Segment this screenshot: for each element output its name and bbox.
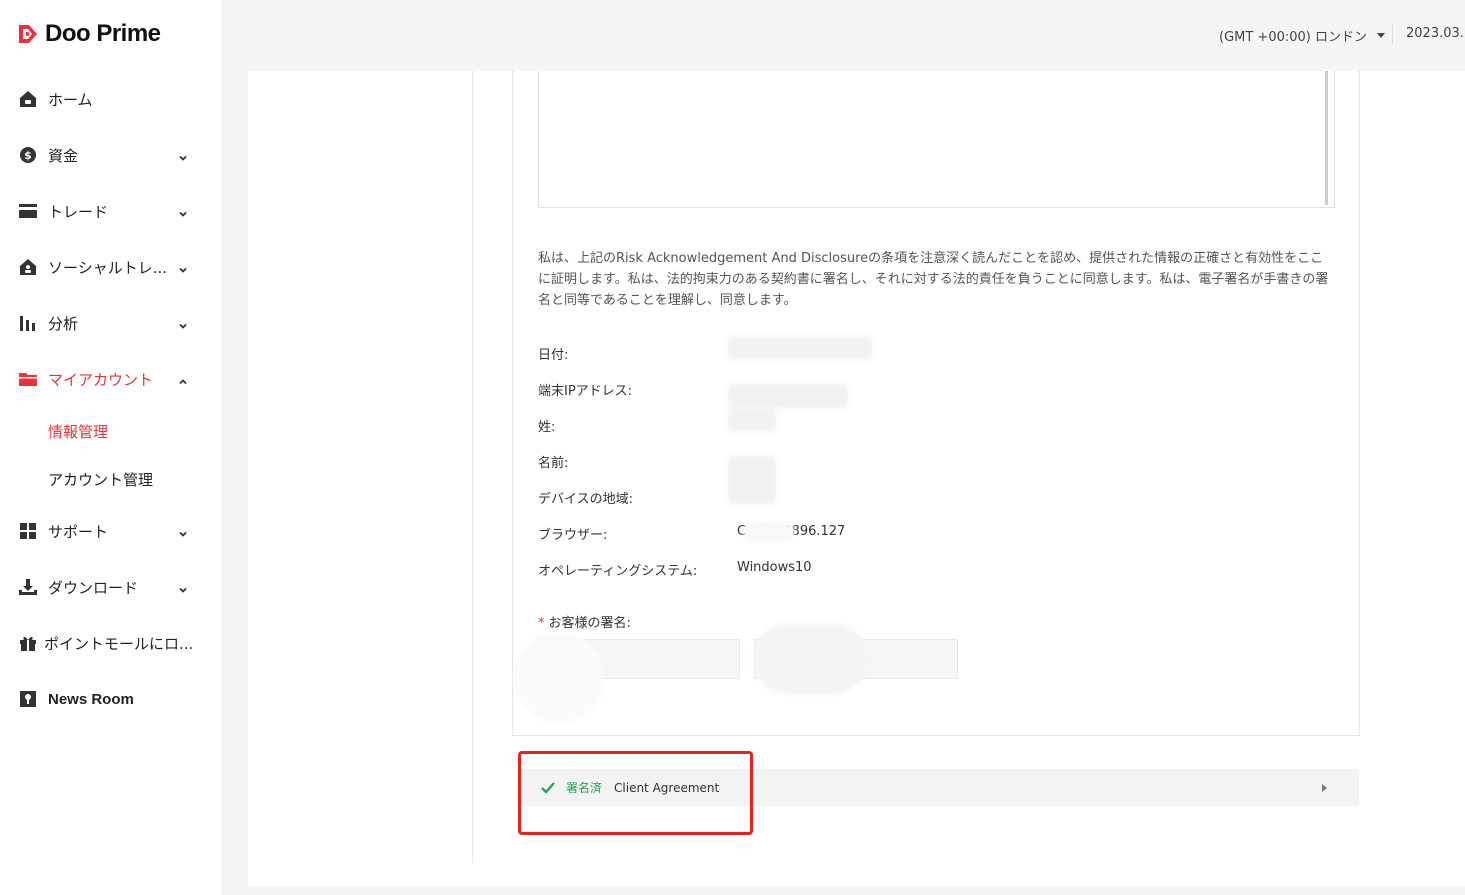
sub-item-account-management[interactable]: アカウント管理 [0,455,223,503]
field-label-name: 名前: [538,456,569,471]
required-mark: * [538,616,545,631]
nav-label: 分析 [48,314,79,333]
download-icon [18,577,38,597]
news-icon [18,689,38,709]
folder-icon [18,369,38,389]
nav-item-funds[interactable]: $ 資金 [0,127,223,183]
redacted-name-region [728,456,776,504]
os-value: Windows10 [737,560,812,575]
nav-item-download[interactable]: ダウンロード [0,559,223,615]
timezone-label: (GMT +00:00) ロンドン [1219,30,1367,45]
main-nav: ホーム $ 資金 トレード ソーシャルトレ... 分析 マイアカウント 情報管理… [0,71,223,727]
redacted-date [728,337,872,359]
nav-label: ホーム [48,90,93,109]
redacted-ip [728,384,848,408]
redacted-browser [743,522,795,542]
highlight-box [518,751,753,835]
caret-down-icon [1377,33,1385,38]
redacted-signature-1 [514,633,604,723]
nav-label: サポート [48,522,109,541]
signature-label-text: お客様の署名: [548,616,631,631]
nav-item-news-room[interactable]: News Room [0,671,223,727]
current-date: 2023.03.1 [1406,26,1465,41]
chevron-down-icon [177,149,189,161]
card-icon [18,201,38,221]
field-label-browser: ブラウザー: [538,528,608,543]
nav-label: ダウンロード [48,578,139,597]
sidebar: Doo Prime ホーム $ 資金 トレード ソーシャルトレ... 分析 マイ… [0,0,223,895]
logo-icon [17,23,39,45]
brand-name: Doo Prime [45,20,161,47]
nav-label: News Room [48,690,134,708]
declaration-text: 私は、上記のRisk Acknowledgement And Disclosur… [538,251,1329,308]
nav-label: ソーシャルトレ... [48,258,168,277]
chevron-down-icon [177,317,189,329]
chevron-down-icon [177,581,189,593]
field-label-device-region: デバイスの地域: [538,492,633,507]
sub-item-info-management[interactable]: 情報管理 [0,407,223,455]
timezone-selector[interactable]: (GMT +00:00) ロンドン [1219,26,1385,45]
logo[interactable]: Doo Prime [17,20,161,48]
agreement-text-box[interactable] [538,71,1335,208]
main-panel: 私は、上記のRisk Acknowledgement And Disclosur… [248,70,1465,887]
nav-label: 資金 [48,146,79,165]
nav-label: ポイントモールにロ... [44,634,194,653]
scrollbar[interactable] [1325,71,1328,205]
nav-item-trade[interactable]: トレード [0,183,223,239]
dollar-icon: $ [18,145,38,165]
nav-item-analysis[interactable]: 分析 [0,295,223,351]
chevron-up-icon [177,373,189,385]
nav-item-point-mall[interactable]: ポイントモールにロ... [0,615,223,671]
nav-item-social-trading[interactable]: ソーシャルトレ... [0,239,223,295]
column-divider [472,71,473,863]
top-bar: (GMT +00:00) ロンドン 2023.03.1 [224,0,1465,70]
nav-label: トレード [48,202,109,221]
redacted-surname [728,407,776,431]
nav-item-home[interactable]: ホーム [0,71,223,127]
signature-label: * お客様の署名: [538,612,631,631]
field-label-os: オペレーティングシステム: [538,564,698,579]
redacted-signature-2 [753,624,868,694]
social-home-icon [18,257,38,277]
chevron-down-icon [177,205,189,217]
chevron-down-icon [177,261,189,273]
nav-item-my-account[interactable]: マイアカウント [0,351,223,407]
home-icon [18,89,38,109]
nav-item-support[interactable]: サポート [0,503,223,559]
chevron-down-icon [177,525,189,537]
bar-chart-icon [18,313,38,333]
field-label-surname: 姓: [538,420,556,435]
field-label-ip: 端末IPアドレス: [538,384,633,399]
divider [1392,24,1393,44]
grid-icon [18,521,38,541]
field-label-date: 日付: [538,348,569,363]
gift-icon [18,633,38,653]
nav-label: マイアカウント [48,370,154,389]
svg-text:$: $ [24,149,32,162]
chevron-right-icon [1322,784,1327,792]
